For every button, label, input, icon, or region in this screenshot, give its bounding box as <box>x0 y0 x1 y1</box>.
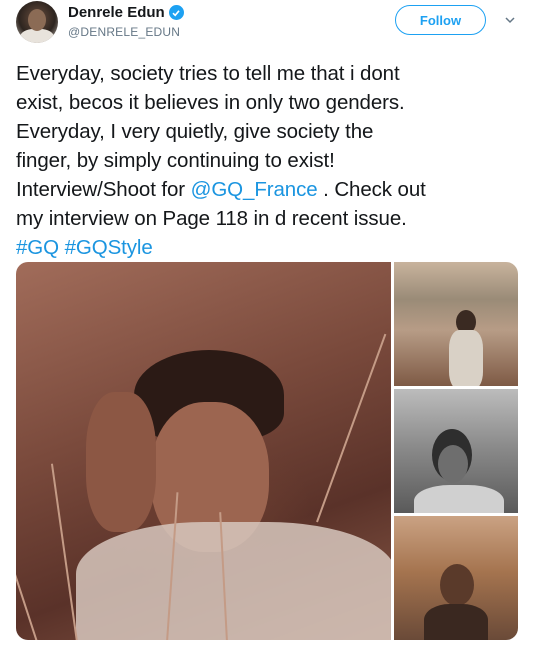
mention-link[interactable]: @GQ_France <box>191 178 318 201</box>
photo-middle-right[interactable] <box>394 389 518 513</box>
avatar[interactable] <box>16 1 58 43</box>
photo-shirt <box>76 522 391 640</box>
verified-badge-icon <box>168 5 184 20</box>
tweet-card: Denrele Edun @DENRELE_EDUN Follow Everyd… <box>0 0 534 652</box>
photo-bottom-right[interactable] <box>394 516 518 640</box>
tweet-line: my interview on Page 118 in d recent iss… <box>16 207 407 230</box>
photo-top-right[interactable] <box>394 262 518 386</box>
name-row: Denrele Edun <box>68 4 184 21</box>
follow-button[interactable]: Follow <box>395 5 486 35</box>
avatar-shirt <box>20 29 54 43</box>
photo-figure <box>414 485 504 513</box>
photo-figure <box>449 330 483 386</box>
user-handle[interactable]: @DENRELE_EDUN <box>68 25 180 39</box>
avatar-face <box>28 9 46 31</box>
chevron-down-icon[interactable] <box>504 14 516 26</box>
photo-figure <box>440 564 474 606</box>
photo-grass <box>50 463 78 640</box>
photo-grass <box>16 413 38 640</box>
tweet-line: Everyday, I very quietly, give society t… <box>16 120 374 143</box>
tweet-line: exist, becos it believes in only two gen… <box>16 91 405 114</box>
photo-main[interactable] <box>16 262 391 640</box>
photo-hand <box>86 392 156 532</box>
photo-figure <box>424 604 488 640</box>
media-grid <box>16 262 518 640</box>
photo-figure <box>438 445 468 483</box>
tweet-line-with-mention: Interview/Shoot for @GQ_France . Check o… <box>16 175 521 204</box>
tweet-line-text: . Check out <box>317 178 426 201</box>
tweet-line: finger, by simply continuing to exist! <box>16 149 335 172</box>
tweet-text: Everyday, society tries to tell me that … <box>16 59 521 262</box>
display-name[interactable]: Denrele Edun <box>68 4 165 21</box>
photo-grass <box>316 333 387 523</box>
hashtag-links[interactable]: #GQ #GQStyle <box>16 233 521 262</box>
tweet-line-text: Interview/Shoot for <box>16 178 191 201</box>
tweet-line: Everyday, society tries to tell me that … <box>16 62 400 85</box>
